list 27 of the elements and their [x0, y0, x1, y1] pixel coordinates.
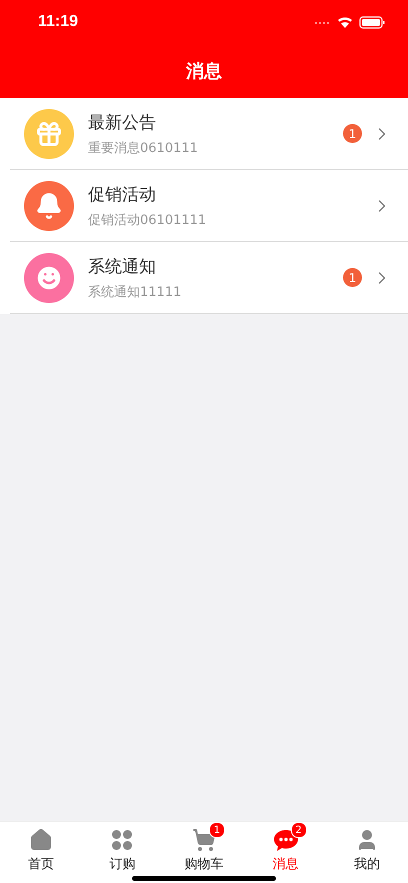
- message-preview: 系统通知11111: [88, 284, 182, 300]
- battery-icon: [359, 16, 384, 29]
- tab-item[interactable]: 订购: [82, 822, 164, 883]
- tab-item[interactable]: 首页: [0, 822, 82, 883]
- unread-badge: 1: [343, 268, 362, 287]
- unread-badge: 1: [343, 124, 362, 143]
- tab-badge: 1: [208, 822, 225, 838]
- status-time: 11:19: [38, 13, 78, 31]
- message-title: 促销活动: [88, 184, 157, 206]
- tab-item[interactable]: 2 消息: [244, 822, 326, 883]
- tab-badge: 2: [290, 822, 307, 838]
- message-row[interactable]: 促销活动 促销活动06101111: [10, 170, 408, 242]
- home-icon: [28, 828, 53, 852]
- message-preview: 促销活动06101111: [88, 212, 208, 228]
- cart-icon: [192, 828, 216, 852]
- gift-icon: [35, 120, 63, 148]
- wifi-icon: [338, 18, 352, 28]
- message-row[interactable]: 系统通知 系统通知11111 1: [10, 242, 408, 314]
- grid-icon: [111, 829, 134, 851]
- message-preview: 重要消息0610111: [88, 140, 199, 156]
- bell-icon: [35, 192, 63, 220]
- message-title: 系统通知: [88, 256, 157, 278]
- message-row[interactable]: 最新公告 重要消息0610111 1: [10, 98, 408, 170]
- message-title: 最新公告: [88, 112, 157, 134]
- page-title: 消息: [186, 60, 222, 83]
- tab-item[interactable]: 1 购物车: [163, 822, 245, 883]
- tab-item[interactable]: 我的: [326, 822, 408, 883]
